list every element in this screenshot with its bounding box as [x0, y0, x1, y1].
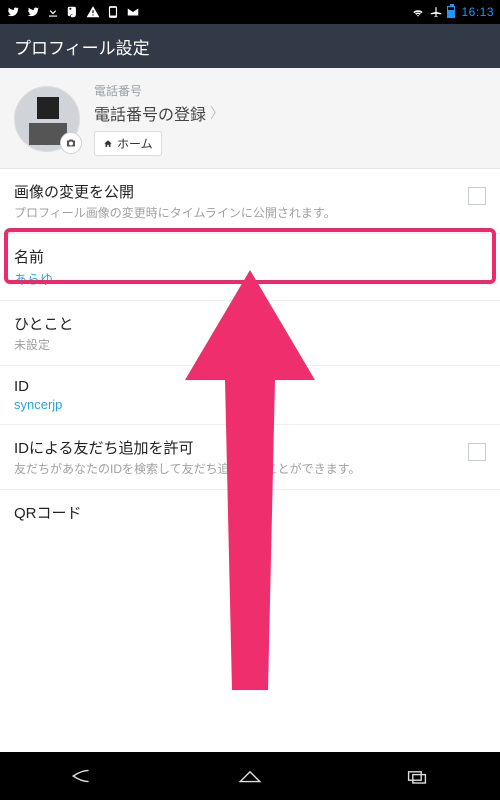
phone-register-text: 電話番号の登録	[94, 101, 206, 125]
warning-icon	[86, 5, 100, 19]
row-value: 未設定	[14, 336, 486, 353]
row-publish-image-change[interactable]: 画像の変更を公開 プロフィール画像の変更時にタイムラインに公開されます。	[0, 168, 500, 233]
row-subtitle: 友だちがあなたのIDを検索して友だち追加することができます。	[14, 460, 458, 477]
status-bar: 16:13	[0, 0, 500, 24]
download-icon	[46, 5, 60, 19]
status-left	[6, 5, 140, 19]
wifi-icon	[411, 5, 425, 19]
row-title: IDによる友だち追加を許可	[14, 437, 458, 458]
home-button-label: ホーム	[117, 135, 153, 152]
recent-apps-button[interactable]	[387, 761, 447, 791]
home-nav-button[interactable]	[220, 761, 280, 791]
airplane-icon	[429, 5, 443, 19]
checkbox[interactable]	[468, 443, 486, 461]
row-status-message[interactable]: ひとこと 未設定	[0, 300, 500, 365]
row-title: 名前	[14, 246, 486, 267]
back-button[interactable]	[53, 761, 113, 791]
status-right: 16:13	[411, 5, 494, 19]
device-icon	[106, 5, 120, 19]
status-clock: 16:13	[459, 5, 494, 19]
phone-label: 電話番号	[94, 82, 486, 99]
row-value: あらゆ	[14, 269, 486, 288]
row-title: ID	[14, 378, 486, 395]
row-title: 画像の変更を公開	[14, 181, 458, 202]
phone-register-row[interactable]: 電話番号の登録 〉	[94, 101, 486, 125]
row-qr-code[interactable]: QRコード	[0, 489, 500, 535]
row-value: syncerjp	[14, 397, 486, 412]
camera-icon[interactable]	[60, 132, 82, 154]
row-name[interactable]: 名前 あらゆ	[0, 233, 500, 300]
twitter-icon	[6, 5, 20, 19]
row-id[interactable]: ID syncerjp	[0, 365, 500, 424]
page-title: プロフィール設定	[14, 34, 150, 59]
row-title: QRコード	[14, 502, 486, 523]
row-allow-id-add[interactable]: IDによる友だち追加を許可 友だちがあなたのIDを検索して友だち追加することがで…	[0, 424, 500, 489]
header-bar: プロフィール設定	[0, 24, 500, 68]
profile-info: 電話番号 電話番号の登録 〉 ホーム	[94, 82, 486, 156]
chevron-right-icon: 〉	[210, 103, 224, 123]
screen: 16:13 プロフィール設定 電話番号 電話番号の登録 〉 ホーム	[0, 0, 500, 800]
twitter-icon	[26, 5, 40, 19]
blank-area	[0, 535, 500, 752]
android-nav-bar	[0, 752, 500, 800]
avatar[interactable]	[14, 86, 80, 152]
row-title: ひとこと	[14, 313, 486, 334]
checkbox[interactable]	[468, 187, 486, 205]
settings-list: 画像の変更を公開 プロフィール画像の変更時にタイムラインに公開されます。 名前 …	[0, 168, 500, 535]
card-icon	[126, 5, 140, 19]
row-subtitle: プロフィール画像の変更時にタイムラインに公開されます。	[14, 204, 458, 221]
evernote-icon	[66, 5, 80, 19]
home-icon	[103, 139, 113, 149]
battery-icon	[447, 6, 455, 18]
home-button[interactable]: ホーム	[94, 131, 162, 156]
profile-section: 電話番号 電話番号の登録 〉 ホーム	[0, 68, 500, 168]
